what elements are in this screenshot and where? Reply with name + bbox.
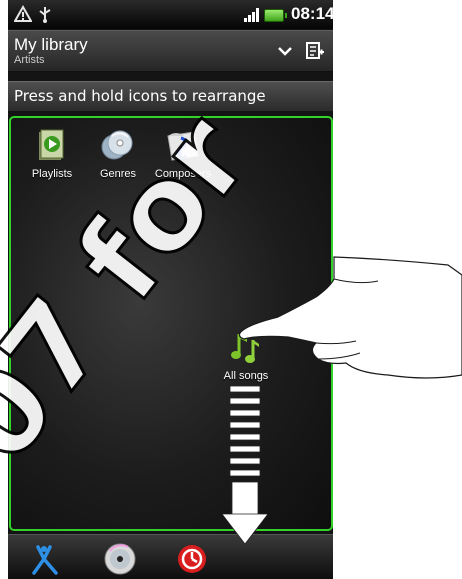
battery-icon [264,9,287,22]
recently-played-icon[interactable] [174,541,210,577]
usb-icon [38,6,51,23]
library-item-playlists[interactable]: Playlists [20,128,84,180]
chevron-down-icon[interactable] [274,40,296,62]
library-item-composers[interactable]: Composers [151,128,215,180]
warning-icon [13,4,33,22]
playlists-icon [39,129,64,160]
artists-icon[interactable] [28,541,64,577]
status-left-icons [13,3,52,23]
signal-icon [244,8,260,22]
title-bar: My library Artists [8,30,333,72]
playlist-edit-icon[interactable] [304,40,326,62]
status-bar: 08:14 [8,0,333,29]
albums-icon[interactable] [102,541,138,577]
rearrange-hint: Press and hold icons to rearrange [14,87,266,105]
bottom-tab-bar [8,534,333,579]
page-title: My library [14,35,88,54]
page-subtitle: Artists [14,54,45,66]
hint-bar: Press and hold icons to rearrange [8,81,333,111]
status-time: 08:14 [291,4,333,23]
hand-gesture-icon [238,256,462,379]
composers-icon [167,131,199,161]
genres-icon [101,130,133,160]
library-item-label: Composers [154,168,212,180]
drag-down-arrow-icon [222,385,268,545]
library-item-label: Playlists [31,168,73,180]
library-item-genres[interactable]: Genres [86,128,150,180]
library-item-label: Genres [99,168,137,180]
